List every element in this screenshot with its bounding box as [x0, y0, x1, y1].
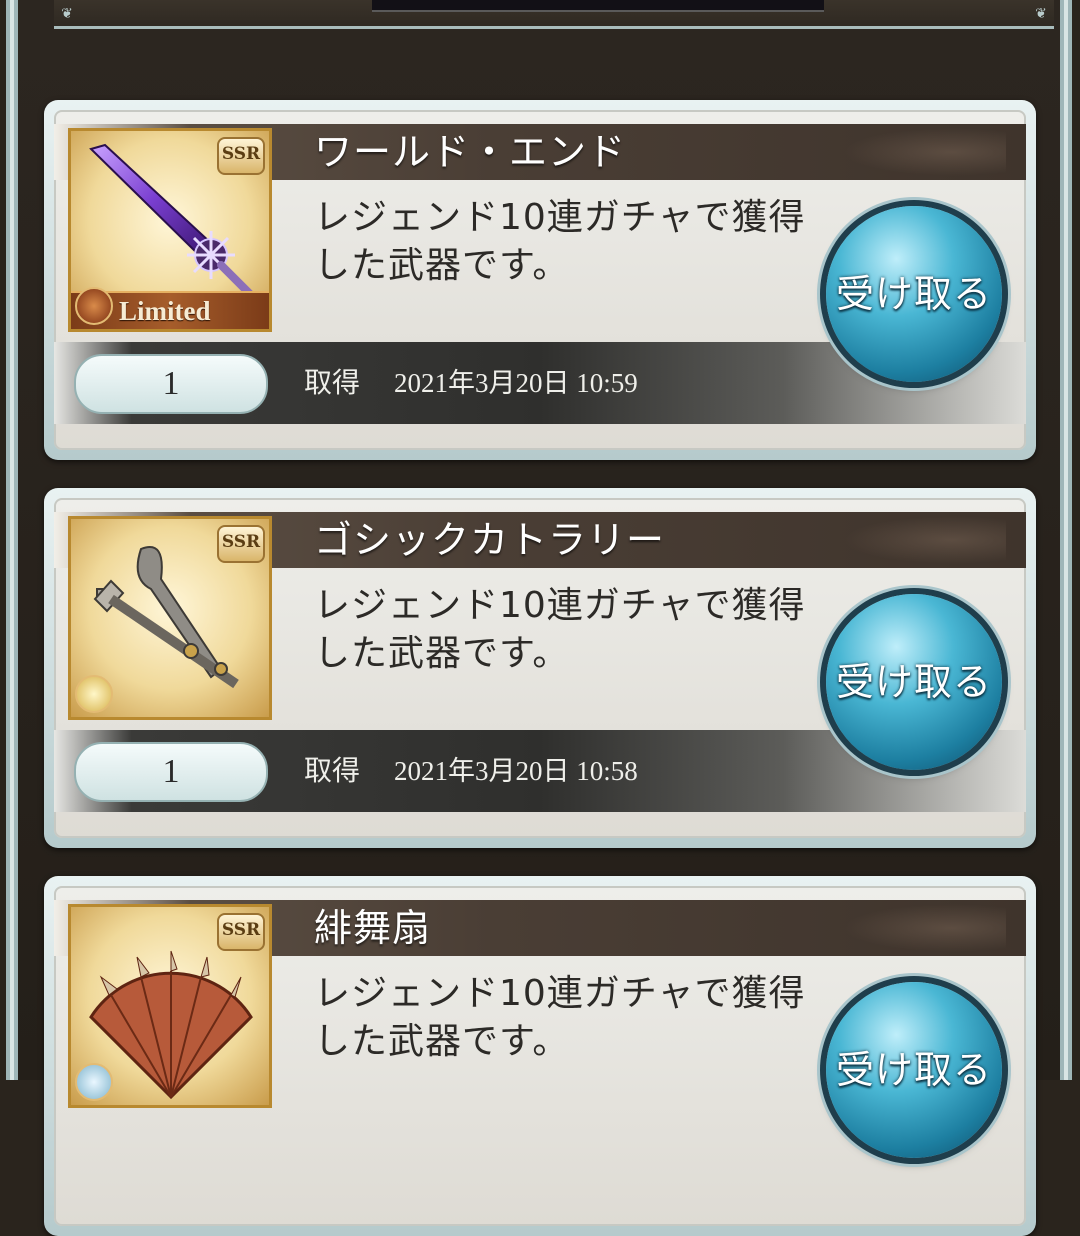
- acquired-date: 2021年3月20日 10:58: [394, 756, 638, 786]
- fire-element-icon: [75, 287, 113, 325]
- rarity-badge: SSR: [217, 525, 265, 563]
- rarity-badge: SSR: [217, 137, 265, 175]
- quantity-display: 1: [74, 742, 268, 802]
- ornament-icon: ❦: [1035, 6, 1047, 22]
- acquired-label: 取得: [304, 366, 361, 399]
- weapon-thumbnail[interactable]: SSR Limited: [68, 128, 272, 332]
- weapon-thumbnail[interactable]: SSR: [68, 904, 272, 1108]
- wind-element-icon: [75, 1063, 113, 1101]
- acquired-date: 2021年3月20日 10:59: [394, 368, 638, 398]
- header-tab: [372, 0, 824, 12]
- title-ornament: [826, 900, 1006, 956]
- light-element-icon: [75, 675, 113, 713]
- receive-button[interactable]: 受け取る: [826, 982, 1002, 1158]
- header-bar: ❦ ❦: [54, 0, 1054, 29]
- item-description: レジェンド10連ガチャで獲得した武器です。: [314, 197, 806, 286]
- gift-card: ゴシックカトラリー SSR レジェンド10連ガチャで獲得した武器です。 1 取得…: [44, 488, 1036, 848]
- receive-button[interactable]: 受け取る: [826, 206, 1002, 382]
- gift-card: 緋舞扇 SSR レジェンド10連ガチャで獲得した武器です。 受け取る: [44, 876, 1036, 1236]
- item-name: ゴシックカトラリー: [314, 518, 666, 562]
- gift-card: ワールド・エンド SSR Limited レジェンド10連ガチャで獲得した武器で…: [44, 100, 1036, 460]
- title-ornament: [826, 512, 1006, 568]
- acquired-label: 取得: [304, 754, 361, 787]
- item-description: レジェンド10連ガチャで獲得した武器です。: [314, 585, 806, 674]
- title-ornament: [826, 124, 1006, 180]
- item-description: レジェンド10連ガチャで獲得した武器です。: [314, 973, 806, 1062]
- weapon-thumbnail[interactable]: SSR: [68, 516, 272, 720]
- item-name: ワールド・エンド: [314, 130, 627, 174]
- ornament-icon: ❦: [61, 6, 73, 22]
- quantity-display: 1: [74, 354, 268, 414]
- item-name: 緋舞扇: [314, 906, 432, 950]
- rarity-badge: SSR: [217, 913, 265, 951]
- receive-button[interactable]: 受け取る: [826, 594, 1002, 770]
